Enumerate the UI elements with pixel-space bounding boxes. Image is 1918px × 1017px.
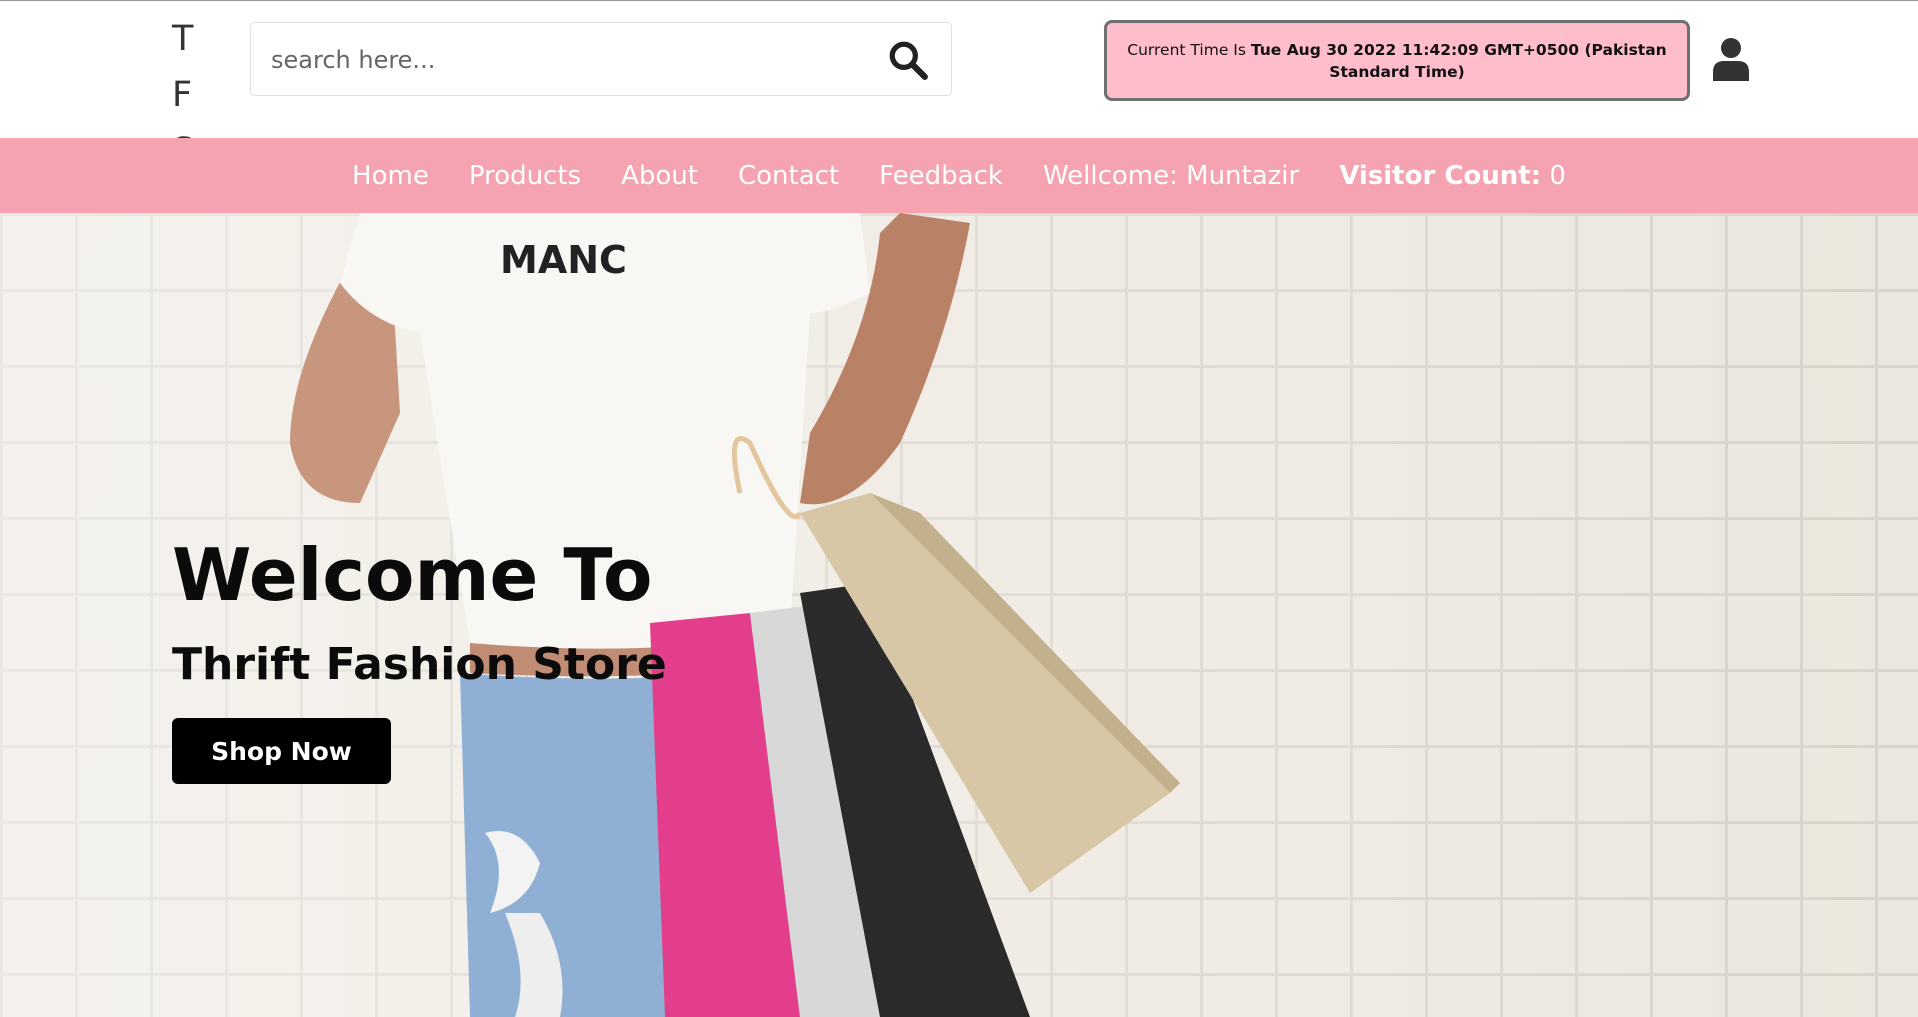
time-value: Tue Aug 30 2022 11:42:09 GMT+0500 (Pakis… xyxy=(1250,40,1667,81)
user-icon[interactable] xyxy=(1712,37,1750,81)
nav-about-link[interactable]: About xyxy=(621,161,698,191)
visitor-count: Visitor Count: 0 xyxy=(1339,161,1566,191)
search-icon[interactable] xyxy=(887,39,929,81)
header-bar: T F S Current Time Is Tue Aug 30 2022 11… xyxy=(0,0,1918,171)
time-label: Current Time Is xyxy=(1127,40,1246,59)
nav-products-link[interactable]: Products xyxy=(469,161,581,191)
main-nav: Home Products About Contact Feedback Wel… xyxy=(0,138,1918,213)
shop-now-button[interactable]: Shop Now xyxy=(172,718,391,784)
nav-feedback-link[interactable]: Feedback xyxy=(879,161,1003,191)
search-box[interactable] xyxy=(250,22,952,97)
visitor-count-label: Visitor Count: xyxy=(1339,160,1542,191)
hero-subtitle: Thrift Fashion Store xyxy=(172,639,667,690)
current-time-box: Current Time Is Tue Aug 30 2022 11:42:09… xyxy=(1104,20,1690,101)
hero-title: Welcome To xyxy=(172,533,653,617)
nav-home-link[interactable]: Home xyxy=(352,161,429,191)
welcome-user-text: Wellcome: Muntazir xyxy=(1042,160,1300,191)
visitor-count-value: 0 xyxy=(1549,160,1566,191)
hero-banner: MANC Welcome To Thrift Fashion Store Sho… xyxy=(0,213,1918,1017)
shirt-print-text: MANC xyxy=(500,238,627,282)
search-input[interactable] xyxy=(269,23,873,97)
nav-contact-link[interactable]: Contact xyxy=(738,161,839,191)
